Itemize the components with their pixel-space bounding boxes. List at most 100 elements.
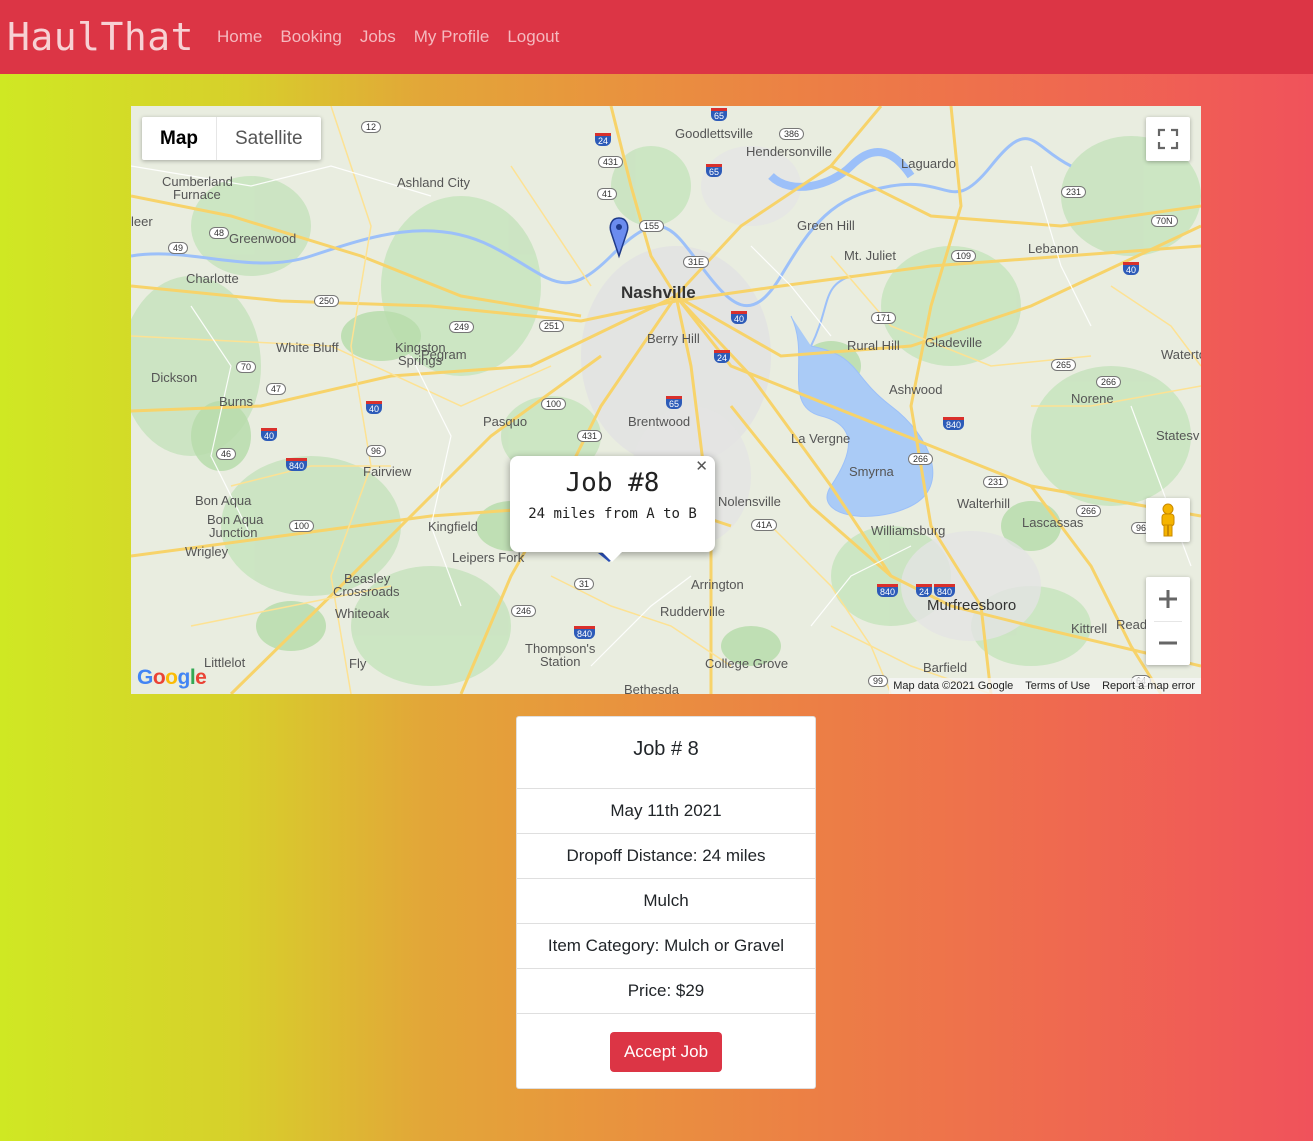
pegman-icon [1161,503,1175,537]
route-shield: 386 [779,128,805,140]
map-view[interactable]: Nashville Goodlettsville Hendersonville … [131,106,1201,694]
place-label: Charlotte [186,271,239,286]
nav-my-profile[interactable]: My Profile [414,27,490,47]
place-label: Rudderville [660,604,726,619]
map-type-control: Map Satellite [142,117,321,160]
job-card: Job # 8 May 11th 2021 Dropoff Distance: … [516,716,816,1089]
info-window-text: 24 miles from A to B [528,506,697,522]
place-label: Kittrell [1071,621,1108,636]
place-label: Dickson [151,370,198,385]
route-shield: 100 [541,398,567,410]
route-shield: 100 [289,520,315,532]
route-shield: 231 [983,476,1009,488]
place-label: Station [540,654,581,669]
place-label: Greenwood [229,231,297,246]
google-logo[interactable]: Google [137,666,207,690]
job-price: Price: $29 [517,969,815,1014]
route-shield: 70N [1151,215,1178,227]
nav-booking[interactable]: Booking [280,27,341,47]
place-label: Junction [209,525,258,540]
place-label: Barfield [923,660,968,675]
map-attribution: Map data ©2021 Google Terms of Use Repor… [889,678,1201,694]
route-shield: 266 [1076,505,1102,517]
place-label: Green Hill [797,218,855,233]
interstate-shield: 65 [706,164,723,177]
close-icon[interactable]: ✕ [695,457,708,475]
route-shield: 96 [366,445,387,457]
map-type-map-button[interactable]: Map [142,117,217,160]
place-label: Pegram [421,347,467,362]
route-shield: 265 [1051,359,1077,371]
nav-jobs[interactable]: Jobs [360,27,396,47]
route-shield: 12 [361,121,382,133]
place-label: Gladeville [925,335,983,350]
interstate-shield: 65 [711,108,728,121]
route-shield: 41A [751,519,778,531]
route-shield: 231 [1061,186,1087,198]
minus-icon [1159,641,1177,645]
route-shield: 31 [574,578,595,590]
route-shield: 266 [1096,376,1122,388]
place-label: College Grove [705,656,789,671]
job-item-category: Item Category: Mulch or Gravel [517,924,815,969]
route-shield: 431 [577,430,603,442]
interstate-shield: 65 [666,396,683,409]
place-label: Arrington [691,577,744,592]
street-view-button[interactable] [1146,498,1190,542]
route-shield: 266 [908,453,934,465]
place-label: La Vergne [791,431,851,446]
place-label: Fly [349,656,367,671]
map-type-satellite-button[interactable]: Satellite [217,117,321,160]
fullscreen-button[interactable] [1146,117,1190,161]
interstate-shield: 40 [261,428,278,441]
job-item: Mulch [517,879,815,924]
route-shield: 155 [639,220,665,232]
route-shield: 70 [236,361,257,373]
nav-logout[interactable]: Logout [507,27,559,47]
route-shield: 171 [871,312,897,324]
zoom-divider [1154,621,1182,622]
place-label: Laguardo [901,156,956,171]
place-label: Hendersonville [746,144,832,159]
route-shield: 431 [598,156,624,168]
place-label: Ashland City [397,175,470,190]
job-date: May 11th 2021 [517,789,815,834]
place-label: Whiteoak [335,606,390,621]
brand-logo[interactable]: HaulThat [7,15,194,59]
place-label: Rural Hill [847,338,900,353]
route-shield: 109 [951,250,977,262]
navbar: HaulThat Home Booking Jobs My Profile Lo… [0,0,1313,74]
place-label: Nolensville [718,494,781,509]
place-label: Fairview [363,464,412,479]
accept-job-button[interactable]: Accept Job [609,1032,723,1072]
fullscreen-icon [1157,128,1179,150]
place-label: Bethesda [624,682,679,694]
zoom-out-button[interactable] [1146,621,1190,665]
place-label: Furnace [173,187,221,202]
place-label: leer [131,214,153,229]
job-card-footer: Accept Job [517,1014,815,1072]
terms-of-use-link[interactable]: Terms of Use [1025,680,1090,692]
plus-icon [1159,590,1177,608]
place-label: Smyrna [849,464,894,479]
place-label: Norene [1071,391,1114,406]
interstate-shield: 24 [595,133,612,146]
interstate-shield: 40 [1123,262,1140,275]
place-label: Nashville [621,283,696,302]
place-label: Leipers Fork [452,550,525,565]
interstate-shield: 40 [731,311,748,324]
job-title: Job # 8 [517,717,815,789]
report-map-error-link[interactable]: Report a map error [1102,680,1195,692]
place-label: Kingfield [428,519,478,534]
place-label: Statesv [1156,428,1200,443]
zoom-in-button[interactable] [1146,577,1190,621]
route-shield: 48 [209,227,230,239]
place-label: Littlelot [204,655,246,670]
route-shield: 46 [216,448,237,460]
interstate-shield: 24 [916,584,933,597]
interstate-shield: 840 [934,584,956,597]
place-label: Burns [219,394,253,409]
nav-home[interactable]: Home [217,27,262,47]
info-window-tail [601,551,623,562]
route-shield: 99 [868,675,889,687]
